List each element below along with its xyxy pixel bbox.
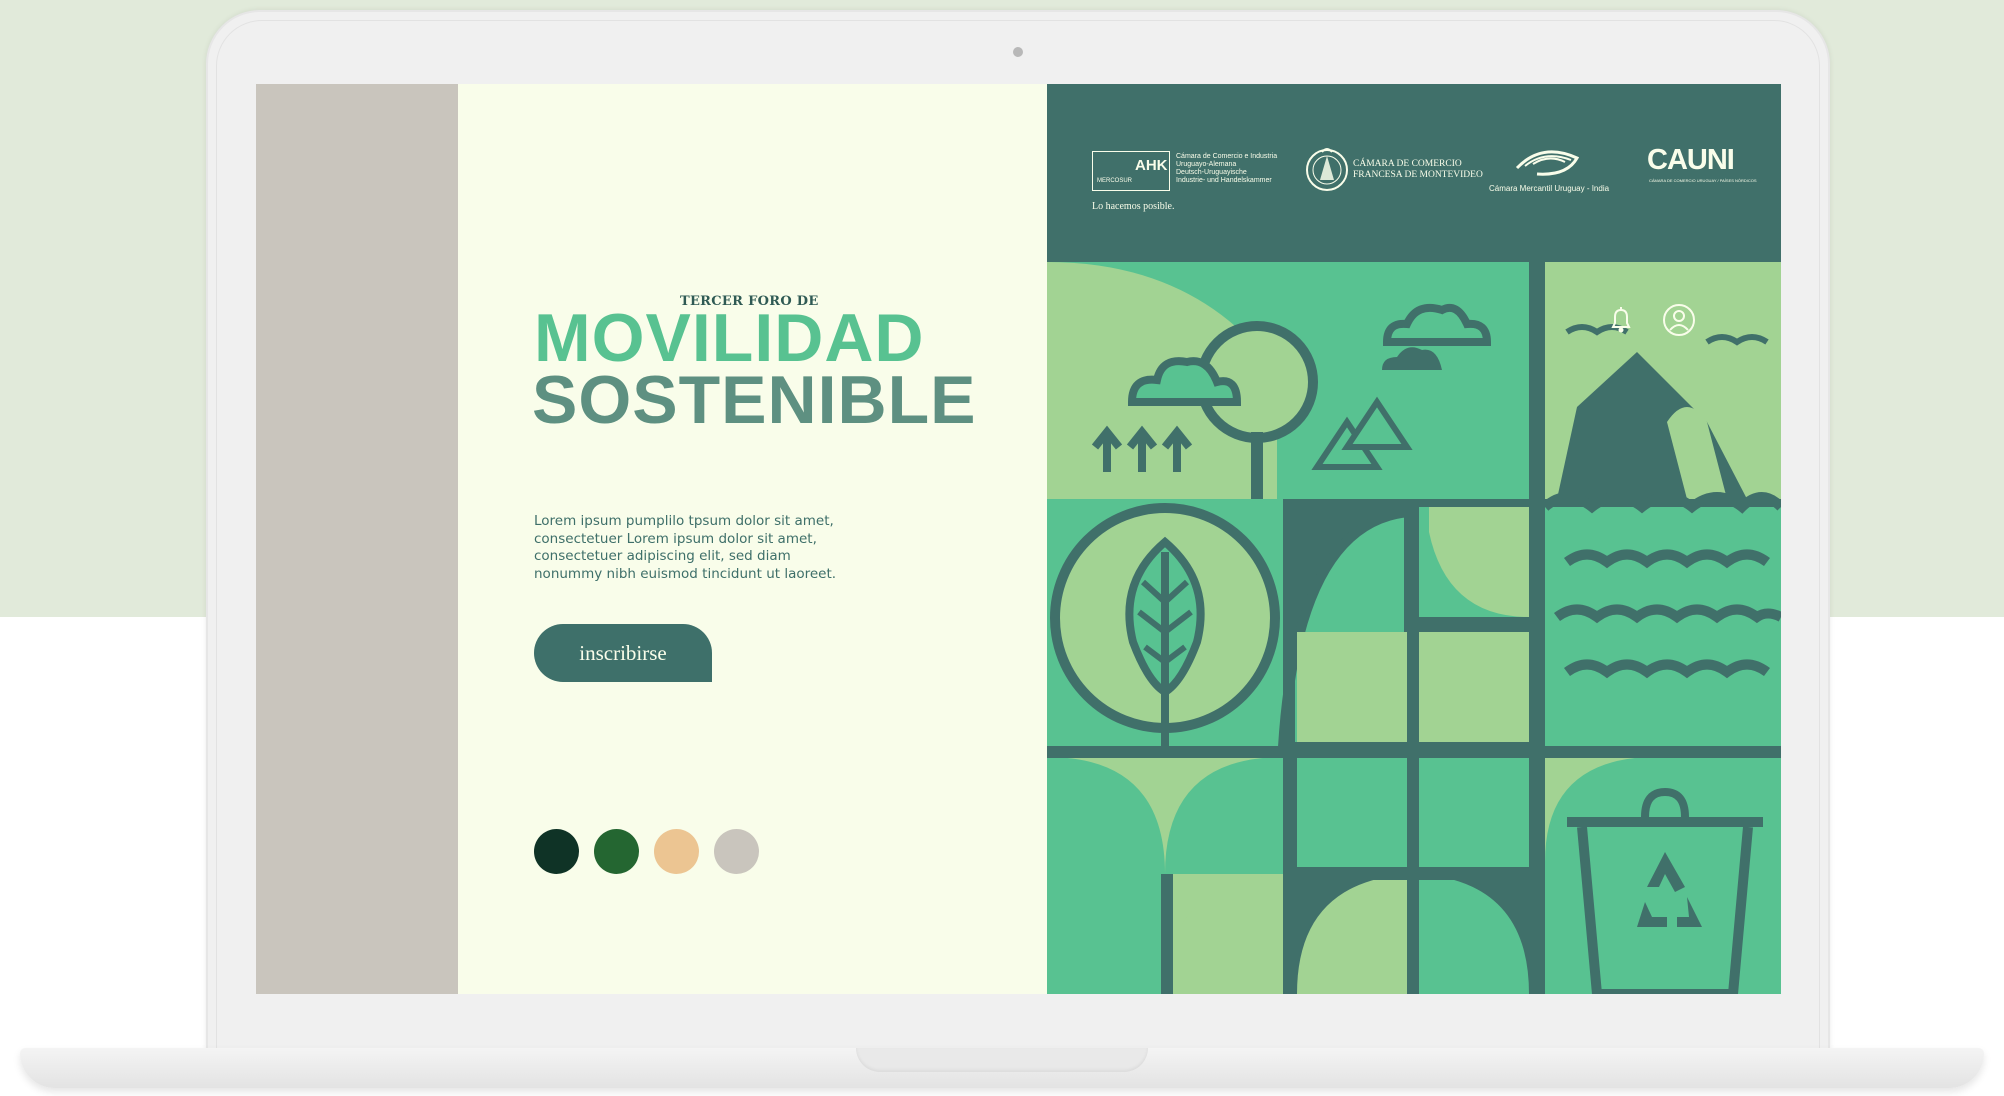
cauni-subtitle: CÁMARA DE COMERCIO URUGUAY / PAÍSES NÓRD… (1649, 178, 1757, 183)
user-icon (1663, 304, 1695, 336)
swatch-gray (714, 829, 759, 874)
laptop-hinge-notch (856, 1048, 1148, 1072)
notifications-button[interactable] (1603, 302, 1639, 338)
sidebar-strip (256, 84, 458, 994)
india-chamber-name: Cámara Mercantil Uruguay - India (1489, 184, 1610, 193)
ahk-line: Deutsch-Uruguayische (1176, 169, 1247, 176)
ahk-line: Uruguayo-Alemana (1176, 161, 1237, 168)
swatch-green (594, 829, 639, 874)
ahk-region: MERCOSUR (1097, 178, 1133, 184)
logo-camara-francesa[interactable]: CÁMARA DE COMERCIO FRANCESA DE MONTEVIDE… (1304, 144, 1483, 201)
ahk-wordmark: AHK (1135, 157, 1168, 174)
hero-description: Lorem ipsum pumplilo tpsum dolor sit ame… (534, 513, 837, 582)
sponsor-logos: AHK MERCOSUR Cámara de Comercio e Indust… (1047, 84, 1781, 259)
french-chamber-name: CÁMARA DE COMERCIO FRANCESA DE MONTEVIDE… (1353, 159, 1483, 181)
nature-illustration (1047, 262, 1781, 994)
ahk-logo-box: AHK MERCOSUR (1092, 151, 1170, 191)
swatch-sand (654, 829, 699, 874)
color-palette (534, 829, 759, 874)
title-sostenible: SOSTENIBLE (532, 362, 977, 438)
cauni-wordmark: CAUNI (1647, 144, 1735, 176)
ahk-line: Industrie- und Handelskammer (1176, 177, 1272, 184)
hero-panel: TERCER FORO DE MOVILIDAD SOSTENIBLE Lore… (458, 84, 1047, 994)
swatch-dark-green (534, 829, 579, 874)
laptop-screen: TERCER FORO DE MOVILIDAD SOSTENIBLE Lore… (256, 84, 1781, 994)
illustration-panel: AHK MERCOSUR Cámara de Comercio e Indust… (1047, 84, 1781, 994)
ahk-line: Cámara de Comercio e Industria (1176, 153, 1278, 160)
ahk-tagline: Lo hacemos posible. (1092, 201, 1175, 212)
french-line: CÁMARA DE COMERCIO (1353, 159, 1462, 169)
wave-emblem-icon (1515, 150, 1580, 176)
bell-icon (1611, 307, 1631, 333)
profile-button[interactable] (1661, 302, 1697, 338)
french-line: FRANCESA DE MONTEVIDEO (1353, 170, 1483, 180)
register-button[interactable]: inscribirse (534, 624, 712, 682)
ahk-description: Cámara de Comercio e Industria Uruguayo-… (1176, 153, 1286, 185)
crest-icon (1306, 148, 1348, 191)
logo-camara-india[interactable]: Cámara Mercantil Uruguay - India (1487, 144, 1609, 193)
webcam (1013, 47, 1023, 57)
